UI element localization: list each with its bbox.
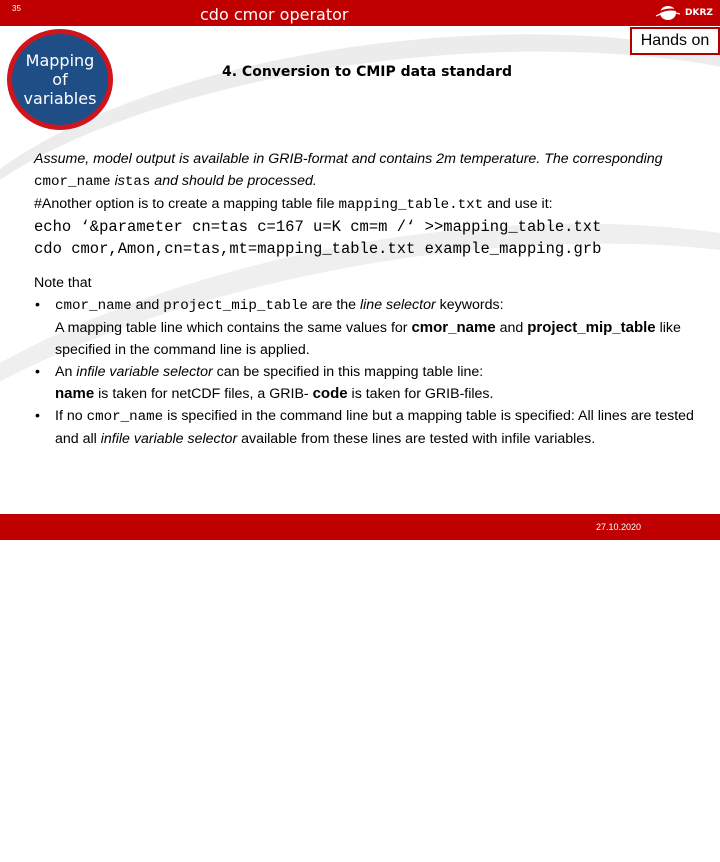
text: #Another option is to create a mapping t…: [34, 196, 339, 212]
text: infile variable selector: [100, 431, 238, 447]
text: An: [55, 364, 77, 380]
code-inline: cmor_name: [55, 298, 132, 314]
option-paragraph: #Another option is to create a mapping t…: [34, 193, 704, 216]
footer-bar: 27.10.2020: [0, 514, 720, 540]
code-inline: cmor_name: [86, 409, 164, 425]
text: available from these lines are tested wi…: [237, 431, 596, 447]
code-line-echo: echo ‘&parameter cn=tas c=167 u=K cm=m /…: [34, 218, 602, 236]
text: and: [131, 297, 164, 313]
note-list: cmor_name and project_mip_table are the …: [34, 294, 704, 450]
code-inline: cmor_name: [34, 174, 111, 190]
code-inline: tas: [124, 174, 151, 190]
section-title: 4. Conversion to CMIP data standard: [222, 64, 512, 80]
list-item: cmor_name and project_mip_table are the …: [34, 294, 704, 361]
text: If no: [55, 408, 87, 424]
header-title: cdo cmor operator: [200, 5, 349, 24]
logo-text: DKRZ: [685, 8, 713, 18]
topic-badge: Mapping of variables: [7, 29, 113, 130]
slide-number: 35: [12, 4, 21, 13]
text: cmor_name: [411, 319, 496, 336]
text: infile variable selector: [76, 364, 213, 380]
dkrz-logo: DKRZ: [654, 4, 713, 22]
intro-paragraph: Assume, model output is available in GRI…: [34, 148, 704, 193]
note-heading: Note that: [34, 275, 92, 291]
badge-line: Mapping: [25, 51, 95, 70]
text: and should be processed.: [150, 173, 317, 189]
globe-logo-icon: [655, 6, 681, 20]
footer-date: 27.10.2020: [596, 522, 642, 532]
text: A mapping table line which contains the …: [55, 320, 412, 336]
text: and use it:: [483, 196, 553, 212]
list-item: If no cmor_name is specified in the comm…: [34, 405, 704, 450]
text: keywords:: [435, 297, 504, 313]
text: project_mip_table: [527, 319, 656, 336]
list-item: An infile variable selector can be speci…: [34, 361, 704, 405]
code-inline: mapping_table.txt: [338, 197, 484, 213]
text: is taken for netCDF files, a GRIB-: [94, 386, 313, 402]
text: is taken for GRIB-files.: [347, 386, 494, 402]
text: code: [312, 385, 348, 402]
code-inline: project_mip_table: [163, 298, 308, 314]
text: is: [110, 173, 125, 189]
hands-on-label: Hands on: [630, 27, 720, 55]
badge-line: of: [52, 70, 68, 89]
header-bar: 35 cdo cmor operator DKRZ: [0, 0, 720, 26]
slide-content: Assume, model output is available in GRI…: [34, 148, 704, 450]
code-line-cdo: cdo cmor,Amon,cn=tas,mt=mapping_table.tx…: [34, 240, 602, 258]
text: and: [495, 320, 528, 336]
badge-line: variables: [23, 89, 97, 108]
text: Assume, model output is available in GRI…: [34, 151, 663, 167]
text: are the: [307, 297, 360, 313]
text: line selector: [360, 297, 436, 313]
text: can be specified in this mapping table l…: [212, 364, 484, 380]
text: name: [55, 385, 95, 402]
